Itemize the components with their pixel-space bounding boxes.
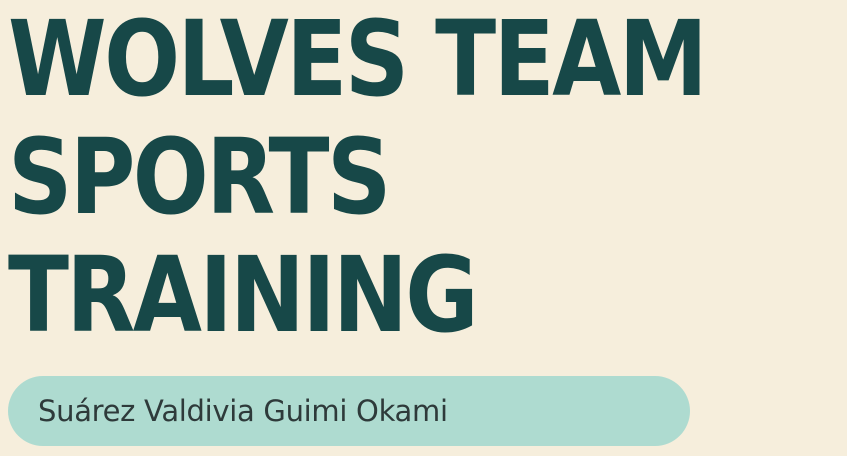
title-line-3: TRAINING <box>8 234 479 356</box>
author-badge: Suárez Valdivia Guimi Okami <box>8 376 690 446</box>
author-name: Suárez Valdivia Guimi Okami <box>38 394 448 428</box>
slide: WOLVES TEAM SPORTS TRAINING Suárez Valdi… <box>0 0 847 456</box>
page-title: WOLVES TEAM SPORTS TRAINING <box>8 0 708 356</box>
title-line-1: WOLVES TEAM <box>8 0 708 120</box>
title-line-2: SPORTS <box>8 116 391 238</box>
